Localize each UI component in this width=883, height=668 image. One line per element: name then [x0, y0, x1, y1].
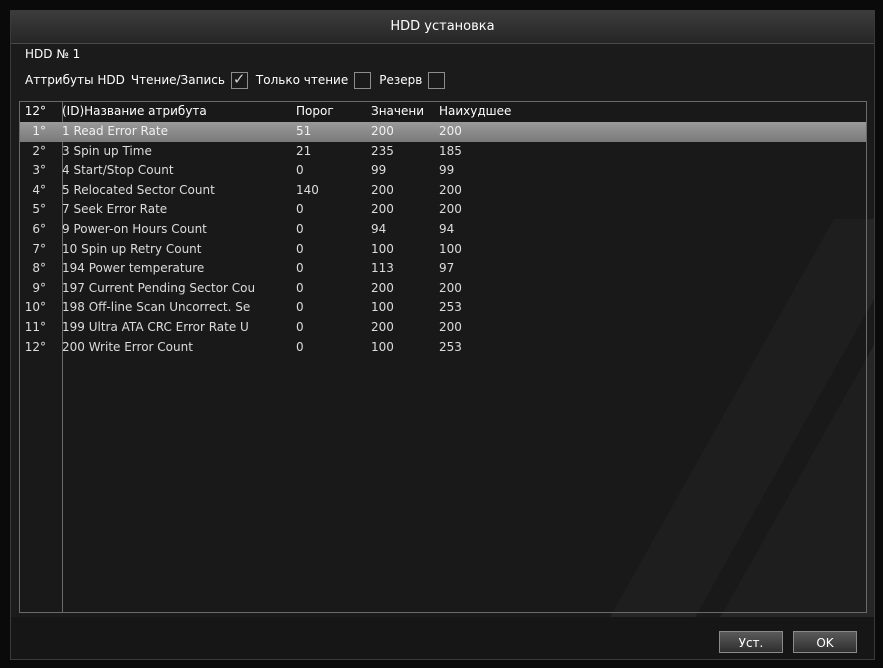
- row-index: 11°: [24, 319, 46, 334]
- row-attribute-name: 199 Ultra ATA CRC Error Rate U: [62, 319, 249, 334]
- table-row[interactable]: 8° 194 Power temperature 0 113 97: [20, 259, 866, 279]
- row-index: 9°: [32, 280, 46, 295]
- row-worst: 200: [439, 124, 462, 138]
- table-row[interactable]: 6° 9 Power-on Hours Count 0 94 94: [20, 220, 866, 240]
- row-attribute-name: 3 Spin up Time: [62, 143, 152, 158]
- hdd-number: HDD № 1: [25, 47, 81, 61]
- row-value: 200: [371, 280, 394, 295]
- row-worst: 253: [439, 300, 462, 315]
- ok-button[interactable]: OK: [793, 631, 857, 653]
- row-index: 6°: [32, 221, 46, 236]
- row-attribute-name: 5 Relocated Sector Count: [62, 182, 215, 197]
- row-threshold: 21: [296, 143, 312, 158]
- row-index: 8°: [32, 261, 46, 276]
- row-index: 10°: [24, 300, 46, 315]
- header-value: Значени: [371, 104, 425, 118]
- row-worst: 200: [439, 319, 462, 334]
- row-worst: 94: [439, 221, 455, 236]
- row-threshold: 0: [296, 339, 304, 354]
- apply-button[interactable]: Уст.: [719, 631, 783, 653]
- smart-attributes-table[interactable]: 12° (ID)Название атрибута Порог Значени …: [19, 101, 867, 613]
- header-index: 12°: [24, 104, 46, 118]
- reserve-label: Резерв: [379, 73, 423, 87]
- row-value: 100: [371, 339, 394, 354]
- table-row[interactable]: 7° 10 Spin up Retry Count 0 100 100: [20, 240, 866, 260]
- row-value: 113: [371, 261, 394, 276]
- row-attribute-name: 9 Power-on Hours Count: [62, 221, 207, 236]
- hdd-settings-dialog: HDD установка HDD № 1 Аттрибуты HDD Чтен…: [10, 10, 875, 660]
- row-worst: 185: [439, 143, 462, 158]
- checkmark-icon: ✓: [232, 69, 246, 88]
- table-row[interactable]: 3° 4 Start/Stop Count 0 99 99: [20, 161, 866, 181]
- table-row[interactable]: 4° 5 Relocated Sector Count 140 200 200: [20, 181, 866, 201]
- row-threshold: 0: [296, 280, 304, 295]
- row-index: 3°: [32, 163, 46, 178]
- row-worst: 200: [439, 182, 462, 197]
- row-threshold: 0: [296, 261, 304, 276]
- row-attribute-name: 198 Off-line Scan Uncorrect. Se: [62, 300, 251, 315]
- row-worst: 99: [439, 163, 455, 178]
- row-attribute-name: 197 Current Pending Sector Cou: [62, 280, 256, 295]
- hdd-attributes-label: Аттрибуты HDD: [25, 73, 125, 87]
- table-row[interactable]: 11° 199 Ultra ATA CRC Error Rate U 0 200 200: [20, 318, 866, 338]
- row-index: 12°: [24, 339, 46, 354]
- row-attribute-name: 4 Start/Stop Count: [62, 163, 174, 178]
- row-value: 235: [371, 143, 394, 158]
- dialog-footer: Уст. OK: [11, 617, 874, 659]
- row-attribute-name: 200 Write Error Count: [62, 339, 193, 354]
- read-only-checkbox[interactable]: [354, 71, 372, 89]
- row-index: 7°: [32, 241, 46, 256]
- table-body: 1° 1 Read Error Rate 51 200 200 2° 3 Spin up T…: [20, 122, 866, 357]
- header-attribute-name: (ID)Название атрибута: [62, 104, 207, 118]
- row-value: 200: [371, 319, 394, 334]
- row-threshold: 51: [296, 124, 312, 138]
- row-value: 200: [371, 124, 394, 138]
- table-row[interactable]: 10° 198 Off-line Scan Uncorrect. Se 0 100 25…: [20, 298, 866, 318]
- row-worst: 253: [439, 339, 462, 354]
- row-attribute-name: 1 Read Error Rate: [62, 124, 168, 138]
- row-value: 200: [371, 202, 394, 217]
- row-threshold: 140: [296, 182, 319, 197]
- table-header: 12° (ID)Название атрибута Порог Значени …: [20, 102, 866, 120]
- dialog-title: HDD установка: [11, 11, 874, 44]
- row-index: 1°: [32, 124, 46, 138]
- row-threshold: 0: [296, 241, 304, 256]
- table-row[interactable]: 1° 1 Read Error Rate 51 200 200: [20, 122, 866, 142]
- row-worst: 200: [439, 202, 462, 217]
- header-worst: Наихудшее: [439, 104, 512, 118]
- row-attribute-name: 10 Spin up Retry Count: [62, 241, 202, 256]
- row-attribute-name: 194 Power temperature: [62, 261, 205, 276]
- read-write-checkbox[interactable]: ✓: [230, 69, 248, 89]
- row-value: 200: [371, 182, 394, 197]
- table-row[interactable]: 9° 197 Current Pending Sector Cou 0 200 200: [20, 279, 866, 299]
- row-worst: 100: [439, 241, 462, 256]
- row-worst: 200: [439, 280, 462, 295]
- row-worst: 97: [439, 261, 455, 276]
- header-threshold: Порог: [296, 104, 334, 118]
- row-index: 2°: [32, 143, 46, 158]
- row-value: 100: [371, 300, 394, 315]
- row-value: 99: [371, 163, 387, 178]
- row-index: 4°: [32, 182, 46, 197]
- read-only-label: Только чтение: [255, 73, 349, 87]
- table-row[interactable]: 5° 7 Seek Error Rate 0 200 200: [20, 200, 866, 220]
- row-value: 100: [371, 241, 394, 256]
- row-attribute-name: 7 Seek Error Rate: [62, 202, 168, 217]
- table-row[interactable]: 2° 3 Spin up Time 21 235 185: [20, 142, 866, 162]
- hdd-attributes-row: Аттрибуты HDD Чтение/Запись ✓ Только чте…: [25, 69, 453, 91]
- row-threshold: 0: [296, 300, 304, 315]
- row-threshold: 0: [296, 319, 304, 334]
- row-threshold: 0: [296, 163, 304, 178]
- reserve-checkbox[interactable]: [428, 71, 446, 89]
- row-threshold: 0: [296, 202, 304, 217]
- read-write-label: Чтение/Запись: [130, 73, 225, 87]
- table-row[interactable]: 12° 200 Write Error Count 0 100 253: [20, 338, 866, 358]
- row-threshold: 0: [296, 221, 304, 236]
- row-value: 94: [371, 221, 387, 236]
- row-index: 5°: [32, 202, 46, 217]
